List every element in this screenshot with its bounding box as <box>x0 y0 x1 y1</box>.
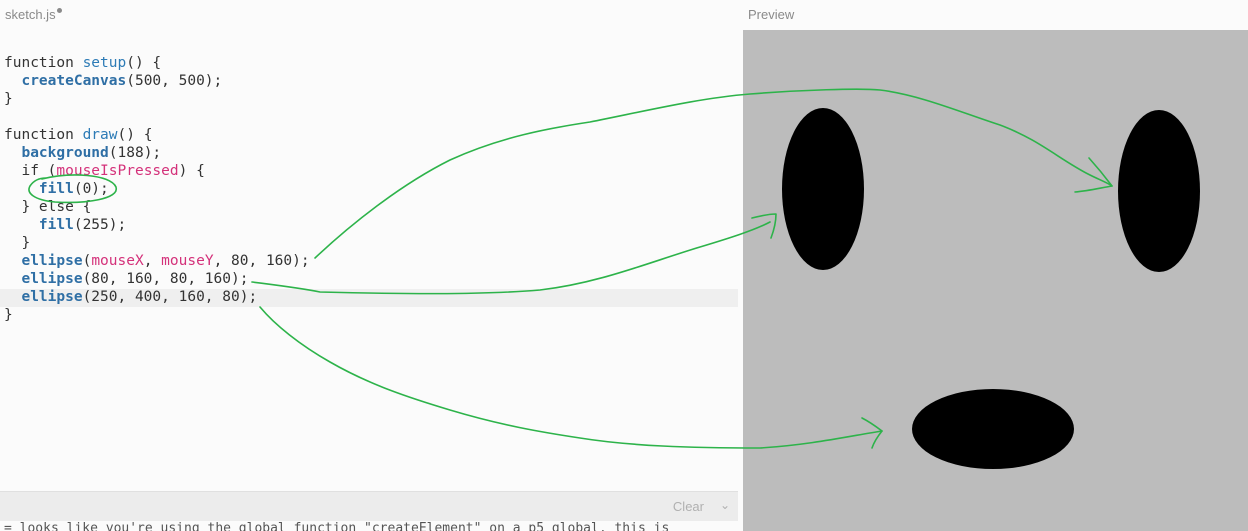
code-token: ellipse <box>21 289 83 305</box>
code-line[interactable]: ellipse(mouseX, mouseY, 80, 160); <box>4 252 310 270</box>
file-name: sketch.js <box>5 7 56 22</box>
code-line[interactable]: } <box>4 306 310 324</box>
chevron-down-icon[interactable]: ⌄ <box>720 498 730 512</box>
code-token: (188); <box>108 145 162 161</box>
ellipse-bottom <box>912 389 1074 469</box>
code-token: (0); <box>73 181 109 197</box>
code-line[interactable] <box>4 108 310 126</box>
preview-canvas[interactable] <box>743 30 1248 531</box>
code-line[interactable]: ellipse(80, 160, 80, 160); <box>4 270 310 288</box>
code-token: } <box>4 307 13 323</box>
ellipse-right <box>1118 110 1200 272</box>
code-token: ( <box>82 253 92 269</box>
code-token: } <box>4 235 31 251</box>
unsaved-indicator-icon <box>56 8 62 13</box>
code-token: setup <box>82 55 127 71</box>
code-token: function <box>4 55 83 71</box>
code-line[interactable]: if (mouseIsPressed) { <box>4 162 310 180</box>
code-editor[interactable]: function setup() { createCanvas(500, 500… <box>0 30 738 491</box>
code-token: (250, 400, 160, 80); <box>82 289 258 305</box>
preview-title: Preview <box>748 7 795 22</box>
console-clear-button[interactable]: Clear <box>673 499 704 514</box>
console-output: = looks like you're using the global fun… <box>0 521 738 531</box>
code-line[interactable]: fill(255); <box>4 216 310 234</box>
code-token: (500, 500); <box>126 73 223 89</box>
code-token: ellipse <box>21 253 83 269</box>
code-line[interactable]: } <box>4 90 310 108</box>
code-token: , 80, 160); <box>213 253 310 269</box>
code-token: } else { <box>4 199 92 215</box>
code-token: fill <box>38 217 74 233</box>
code-token: createCanvas <box>21 73 127 89</box>
code-content[interactable]: function setup() { createCanvas(500, 500… <box>4 54 310 324</box>
code-token: (80, 160, 80, 160); <box>82 271 249 287</box>
code-token: ellipse <box>21 271 83 287</box>
code-token: fill <box>38 181 74 197</box>
code-token: , <box>143 253 162 269</box>
code-token: mouseX <box>91 253 144 269</box>
code-line[interactable]: fill(0); <box>4 180 310 198</box>
code-token: function <box>4 127 83 143</box>
editor-header: sketch.js <box>0 0 738 30</box>
code-token: draw <box>82 127 118 143</box>
code-token: if ( <box>4 163 57 179</box>
file-tab[interactable]: sketch.js <box>5 7 62 22</box>
code-token: mouseY <box>161 253 214 269</box>
code-line[interactable]: function draw() { <box>4 126 310 144</box>
ellipse-left <box>782 108 864 270</box>
code-token: () { <box>117 127 153 143</box>
code-token: ) { <box>178 163 205 179</box>
code-line[interactable]: createCanvas(500, 500); <box>4 72 310 90</box>
code-token: (255); <box>73 217 127 233</box>
console-message: = looks like you're using the global fun… <box>4 521 670 531</box>
code-token: background <box>21 145 109 161</box>
code-token: () { <box>126 55 162 71</box>
console-header: Clear ⌄ <box>0 491 738 522</box>
code-line[interactable]: function setup() { <box>4 54 310 72</box>
code-line[interactable]: background(188); <box>4 144 310 162</box>
code-token: } <box>4 91 13 107</box>
code-line[interactable]: } <box>4 234 310 252</box>
code-line[interactable]: } else { <box>4 198 310 216</box>
code-line[interactable]: ellipse(250, 400, 160, 80); <box>4 288 310 306</box>
code-token: mouseIsPressed <box>56 163 179 179</box>
